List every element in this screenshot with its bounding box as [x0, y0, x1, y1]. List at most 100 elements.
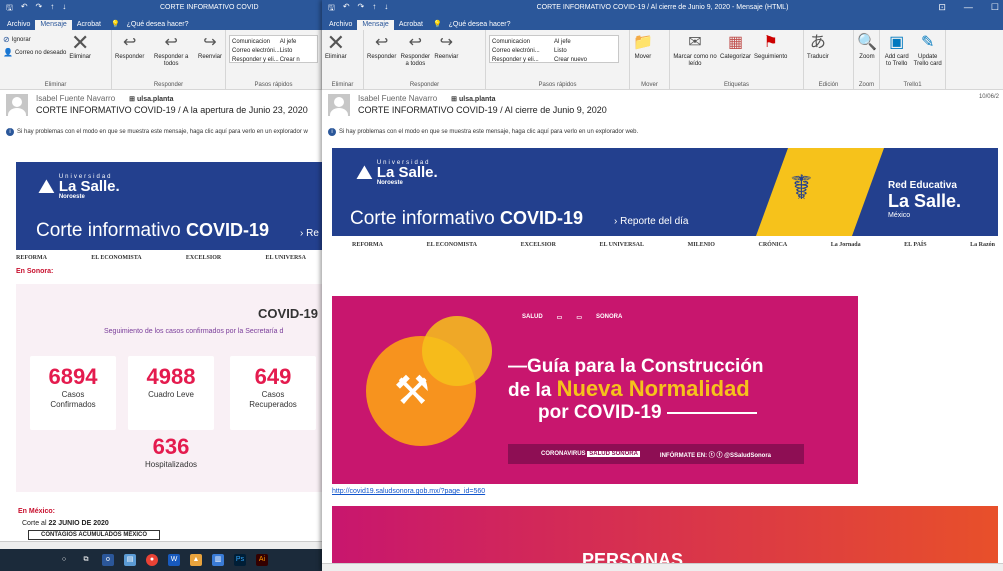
app-icon-2[interactable]: ▥ [212, 554, 224, 566]
quick-steps: Comunicacion Al jefe Correo electróni...… [229, 35, 318, 63]
qs-comunicacion[interactable]: Comunicacion [492, 37, 554, 46]
qs-comunicacion[interactable]: Comunicacion [232, 37, 280, 46]
qs-listo[interactable]: Listo [280, 46, 315, 55]
forward-button[interactable]: ↪ Reenviar [198, 32, 222, 89]
tab-archivo[interactable]: Archivo [2, 20, 35, 30]
ribbon-tabs: Archivo Mensaje Acrobat 💡 ¿Qué desea hac… [0, 17, 322, 30]
window-title: CORTE INFORMATIVO COVID-19 / Al cierre d… [536, 4, 789, 11]
photoshop-icon[interactable]: Ps [234, 554, 246, 566]
move-button[interactable]: 📁 Mover [633, 32, 653, 89]
ignore-button[interactable]: ⊘ Ignorar [3, 35, 66, 44]
categorize-button[interactable]: ▦ Categorizar [720, 32, 751, 89]
forward-icon: ↪ [203, 34, 217, 51]
chrome-icon[interactable]: ● [146, 554, 158, 566]
tab-acrobat[interactable]: Acrobat [72, 20, 106, 30]
delete-button[interactable]: ✕ Eliminar [69, 32, 91, 89]
horizontal-scrollbar[interactable] [322, 563, 1003, 571]
tab-mensaje[interactable]: Mensaje [35, 20, 72, 30]
ignore-label: Ignorar [11, 36, 31, 43]
info-bar[interactable]: i Si hay problemas con el modo en que se … [322, 126, 1003, 138]
reply-button[interactable]: ↩ Responder [115, 32, 144, 89]
qs-crear[interactable]: Crear nuevo [554, 55, 616, 64]
illustrator-icon[interactable]: Ai [256, 554, 268, 566]
reply-all-label: Responder a todos [400, 54, 431, 67]
account: ⊞ ulsa.planta [129, 96, 174, 103]
paper-logo: REFORMA [352, 242, 383, 248]
promo-line1: —Guía para la Construcción [508, 356, 764, 377]
group-responder: ↩ Responder ↩ Responder a todos ↪ Reenviar … [364, 30, 486, 89]
tab-acrobat[interactable]: Acrobat [394, 20, 428, 30]
window-title: CORTE INFORMATIVO COVID [160, 4, 259, 11]
qs-crear[interactable]: Crear n [280, 55, 315, 64]
logo-name: La Salle. [58, 178, 120, 195]
qs-responder-eliminar[interactable]: Responder y eli... [492, 55, 554, 64]
sender[interactable]: Isabel Fuente Navarro ⊞ ulsa.planta [36, 94, 174, 103]
taskbar: ○ ⧉ o ▤ ● W ▲ ▥ Ps Ai [0, 549, 322, 571]
word-icon[interactable]: W [168, 554, 180, 566]
translate-button[interactable]: あ Traducir [807, 32, 829, 89]
explorer-icon[interactable]: ▤ [124, 554, 136, 566]
qs-correo[interactable]: Correo electróni... [492, 46, 554, 55]
delete-label: Eliminar [325, 54, 347, 60]
reporte-text: Re [306, 228, 319, 239]
subject: CORTE INFORMATIVO COVID-19 / A la apertu… [36, 105, 308, 115]
outlook-icon[interactable]: o [102, 554, 114, 566]
corte-fecha: 22 JUNIO DE 2020 [48, 520, 109, 527]
qs-responder-eliminar[interactable]: Responder y eli... [232, 55, 280, 64]
reply-all-button[interactable]: ↩ Responder a todos [147, 32, 195, 89]
redo-icon[interactable]: ↷ [358, 2, 365, 16]
avatar [6, 94, 28, 116]
redo-icon[interactable]: ↷ [36, 2, 43, 16]
undo-icon[interactable]: ↶ [343, 2, 350, 16]
qs-al-jefe[interactable]: Al jefe [554, 37, 616, 46]
lasalle-banner: ⛰ Universidad La Salle. Noroeste Corte inf… [16, 162, 322, 250]
promo-rule [666, 411, 757, 414]
headline-part2: COVID-19 [499, 208, 583, 228]
qs-al-jefe[interactable]: Al jefe [280, 37, 315, 46]
maximize-icon[interactable]: ☐ [991, 2, 999, 13]
people-icon: ⚒ [394, 369, 430, 413]
forward-button[interactable]: ↪ Reenviar [434, 32, 458, 89]
up-arrow-icon[interactable]: ↑ [50, 2, 54, 16]
qs-listo[interactable]: Listo [554, 46, 616, 55]
sender[interactable]: Isabel Fuente Navarro ⊞ ulsa.planta [358, 94, 496, 103]
tell-me-box[interactable]: 💡 ¿Qué desea hacer? [428, 19, 521, 30]
down-arrow-icon[interactable]: ↓ [62, 2, 66, 16]
reply-label: Responder [115, 54, 145, 60]
search-icon[interactable]: ○ [58, 554, 70, 566]
corte-label: Corte al [22, 520, 49, 527]
follow-up-button[interactable]: ⚑ Seguimiento [754, 32, 787, 89]
tab-mensaje[interactable]: Mensaje [357, 20, 394, 30]
covid-subtitle: Seguimiento de los casos confirmados por… [104, 328, 284, 335]
tab-archivo[interactable]: Archivo [324, 20, 357, 30]
save-icon[interactable]: 🖫 [328, 2, 335, 16]
down-arrow-icon[interactable]: ↓ [384, 2, 388, 16]
lasalle-banner: ⛰ Universidad La Salle. Noroeste Corte inf… [332, 148, 998, 236]
tell-me-box[interactable]: 💡 ¿Qué desea hacer? [106, 19, 199, 30]
horizontal-scrollbar[interactable] [0, 541, 322, 549]
qs-correo[interactable]: Correo electróni... [232, 46, 280, 55]
ribbon-display-icon[interactable]: ⊡ [938, 2, 946, 13]
reply-button[interactable]: ↩ Responder [367, 32, 396, 89]
paper-logo: EXCELSIOR [520, 242, 556, 248]
zoom-button[interactable]: 🔍 Zoom [857, 32, 877, 89]
info-bar[interactable]: i Si hay problemas con el modo en que se … [0, 126, 322, 138]
save-icon[interactable]: 🖫 [6, 2, 13, 16]
up-arrow-icon[interactable]: ↑ [372, 2, 376, 16]
undo-icon[interactable]: ↶ [21, 2, 28, 16]
minimize-icon[interactable]: — [964, 2, 973, 13]
reply-all-button[interactable]: ↩ Responder a todos [399, 32, 431, 89]
mark-unread-button[interactable]: ✉ Marcar como no leído [673, 32, 717, 89]
ignore-icon: ⊘ [3, 35, 10, 44]
covid-link[interactable]: http://covid19.saludsonora.gob.mx/?page_… [332, 488, 485, 495]
app-icon[interactable]: ▲ [190, 554, 202, 566]
avatar [328, 94, 350, 116]
caduceus-icon: ☤ [790, 169, 813, 207]
task-view-icon[interactable]: ⧉ [80, 554, 92, 566]
promo-headline: —Guía para la Construcción de la Nueva N… [508, 356, 764, 424]
add-card-button[interactable]: ▣ Add card to Trello [883, 32, 910, 89]
update-card-button[interactable]: ✎ Update Trello card [913, 32, 942, 89]
junk-button[interactable]: 👤 Correo no deseado [3, 48, 66, 57]
delete-button[interactable]: ✕ Eliminar [325, 32, 347, 89]
flag-icon: ⚑ [763, 34, 778, 51]
